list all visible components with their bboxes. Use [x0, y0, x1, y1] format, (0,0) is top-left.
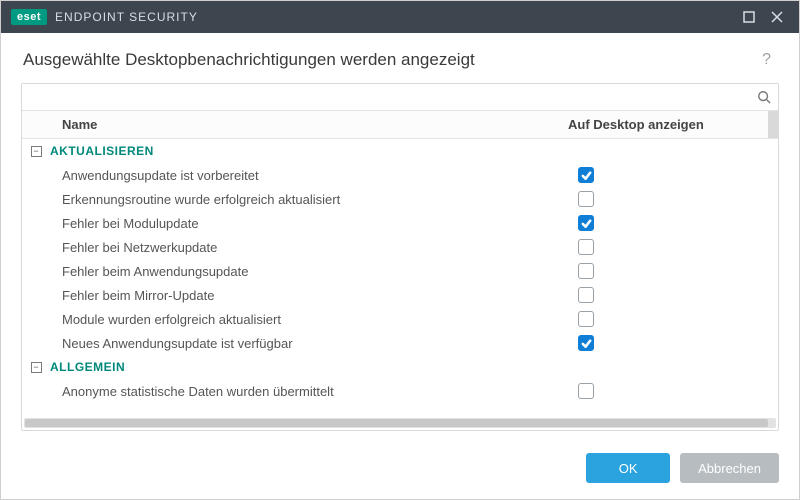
dialog-footer: OK Abbrechen [1, 441, 799, 499]
close-icon [771, 11, 783, 23]
table-row: Fehler beim Anwendungsupdate [22, 259, 778, 283]
group-label: ALLGEMEIN [50, 360, 125, 374]
notification-name: Fehler beim Mirror-Update [50, 288, 578, 303]
group-row-aktualisieren: −AKTUALISIEREN [22, 139, 778, 163]
show-on-desktop-checkbox[interactable] [578, 311, 594, 327]
collapse-toggle[interactable]: − [22, 146, 50, 157]
horizontal-scrollbar-thumb[interactable] [25, 419, 768, 427]
close-button[interactable] [763, 3, 791, 31]
check-icon [581, 170, 592, 181]
help-icon: ? [762, 51, 771, 68]
table-row: Erkennungsroutine wurde erfolgreich aktu… [22, 187, 778, 211]
show-on-desktop-checkbox[interactable] [578, 383, 594, 399]
table-row: Neues Anwendungsupdate ist verfügbar [22, 331, 778, 355]
check-icon [581, 218, 592, 229]
brand-name: ENDPOINT SECURITY [55, 10, 198, 24]
check-icon [581, 338, 592, 349]
search-input[interactable] [22, 84, 750, 110]
minimize-icon [743, 11, 755, 23]
show-on-desktop-checkbox[interactable] [578, 287, 594, 303]
group-row-allgemein: −ALLGEMEIN [22, 355, 778, 379]
notification-name: Anwendungsupdate ist vorbereitet [50, 168, 578, 183]
show-on-desktop-checkbox[interactable] [578, 263, 594, 279]
column-header-name[interactable]: Name [50, 117, 568, 132]
page-title: Ausgewählte Desktopbenachrichtigungen we… [23, 50, 475, 70]
search-button[interactable] [750, 84, 778, 110]
column-header-show-on-desktop[interactable]: Auf Desktop anzeigen [568, 117, 768, 132]
show-on-desktop-checkbox[interactable] [578, 239, 594, 255]
table-body[interactable]: −AKTUALISIERENAnwendungsupdate ist vorbe… [22, 139, 778, 418]
show-on-desktop-checkbox[interactable] [578, 335, 594, 351]
notification-name: Fehler bei Modulupdate [50, 216, 578, 231]
vertical-scrollbar-header [768, 111, 778, 138]
minimize-button[interactable] [735, 3, 763, 31]
notification-name: Module wurden erfolgreich aktualisiert [50, 312, 578, 327]
notification-name: Fehler bei Netzwerkupdate [50, 240, 578, 255]
notifications-panel: Name Auf Desktop anzeigen −AKTUALISIEREN… [21, 83, 779, 431]
app-window: eset ENDPOINT SECURITY Ausgewählte Deskt… [0, 0, 800, 500]
show-on-desktop-checkbox[interactable] [578, 167, 594, 183]
table-row: Module wurden erfolgreich aktualisiert [22, 307, 778, 331]
notification-name: Neues Anwendungsupdate ist verfügbar [50, 336, 578, 351]
show-on-desktop-checkbox[interactable] [578, 191, 594, 207]
table-header: Name Auf Desktop anzeigen [22, 111, 778, 139]
collapse-toggle[interactable]: − [22, 362, 50, 373]
table-row: Anwendungsupdate ist vorbereitet [22, 163, 778, 187]
page-header: Ausgewählte Desktopbenachrichtigungen we… [1, 33, 799, 83]
table-row: Anonyme statistische Daten wurden übermi… [22, 379, 778, 403]
notification-name: Erkennungsroutine wurde erfolgreich aktu… [50, 192, 578, 207]
table-row: Fehler bei Netzwerkupdate [22, 235, 778, 259]
notification-name: Anonyme statistische Daten wurden übermi… [50, 384, 578, 399]
cancel-button[interactable]: Abbrechen [680, 453, 779, 483]
notification-name: Fehler beim Anwendungsupdate [50, 264, 578, 279]
search-icon [757, 90, 771, 104]
horizontal-scrollbar[interactable] [24, 418, 776, 428]
group-label: AKTUALISIEREN [50, 144, 154, 158]
minus-icon: − [31, 146, 42, 157]
brand-badge: eset [11, 9, 47, 25]
table-row: Fehler beim Mirror-Update [22, 283, 778, 307]
titlebar: eset ENDPOINT SECURITY [1, 1, 799, 33]
search-bar [22, 84, 778, 111]
show-on-desktop-checkbox[interactable] [578, 215, 594, 231]
minus-icon: − [31, 362, 42, 373]
table-row: Fehler bei Modulupdate [22, 211, 778, 235]
ok-button[interactable]: OK [586, 453, 670, 483]
help-button[interactable]: ? [756, 47, 777, 73]
